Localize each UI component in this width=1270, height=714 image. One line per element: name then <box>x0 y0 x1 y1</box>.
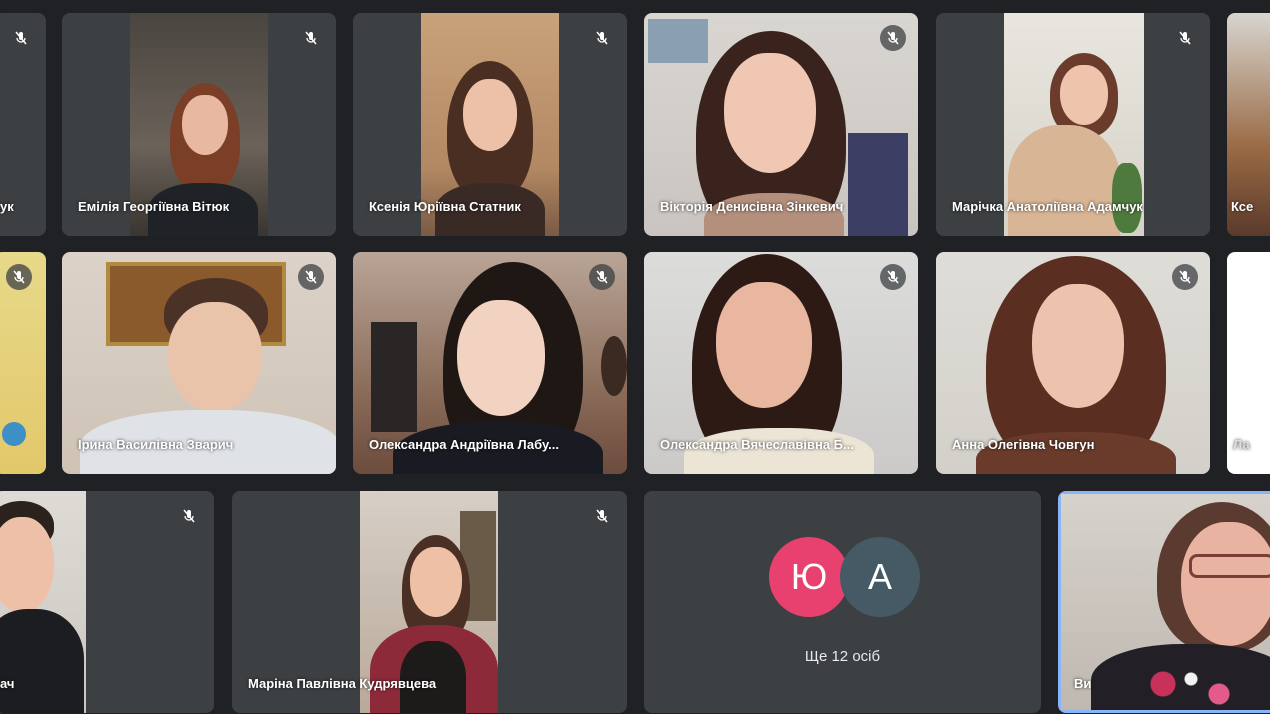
mic-off-icon <box>596 270 608 284</box>
mute-indicator <box>298 264 324 290</box>
participant-name: Ксе <box>1231 199 1254 214</box>
mute-indicator <box>589 264 615 290</box>
mute-indicator <box>176 503 202 529</box>
mic-off-icon <box>305 31 317 45</box>
mic-off-icon <box>305 270 317 284</box>
participant-tile[interactable]: Вікторія Денисівна Зінкевич <box>644 13 918 236</box>
participant-name: Анна Олегівна Човгун <box>952 437 1095 452</box>
mute-indicator <box>6 264 32 290</box>
mute-indicator <box>589 503 615 529</box>
participant-tile[interactable]: Олександра Андріївна Лабу... <box>353 252 627 474</box>
mic-off-icon <box>1179 270 1191 284</box>
mute-indicator <box>1172 264 1198 290</box>
participant-name: ук <box>0 199 14 214</box>
participant-tile[interactable]: Анна Олегівна Човгун <box>936 252 1210 474</box>
mic-off-icon <box>596 31 608 45</box>
participant-tile[interactable]: ук <box>0 13 46 236</box>
mic-off-icon <box>887 31 899 45</box>
participant-name: Марічка Анатоліївна Адамчук <box>952 199 1143 214</box>
mute-indicator <box>1172 25 1198 51</box>
participant-tile[interactable]: Ірина Василівна Зварич <box>62 252 336 474</box>
participant-tile[interactable]: Ксе <box>1227 13 1270 236</box>
participant-tile[interactable]: Емілія Георгіївна Вітюк <box>62 13 336 236</box>
participant-tile[interactable]: Маріна Павлівна Кудрявцева <box>232 491 627 713</box>
mic-off-icon <box>1179 31 1191 45</box>
mute-indicator <box>8 25 34 51</box>
mic-off-icon <box>15 31 27 45</box>
participant-avatar: Ю <box>769 537 849 617</box>
participant-name: Ірина Василівна Зварич <box>78 437 234 452</box>
mic-off-icon <box>596 509 608 523</box>
mute-indicator <box>298 25 324 51</box>
participant-name: ач <box>0 676 15 691</box>
self-view-tile[interactable]: Ви <box>1058 491 1270 713</box>
mic-off-icon <box>887 270 899 284</box>
participant-name: Олександра Вячеславівна Б... <box>660 437 854 452</box>
participant-name: Ла <box>1233 437 1250 452</box>
participant-name: Вікторія Денисівна Зінкевич <box>660 199 844 214</box>
mute-indicator <box>880 264 906 290</box>
participant-name: Емілія Георгіївна Вітюк <box>78 199 230 214</box>
participant-tile[interactable]: Ксенія Юріївна Статник <box>353 13 627 236</box>
participant-tile[interactable]: ач <box>0 491 214 713</box>
participant-avatar: А <box>840 537 920 617</box>
participant-name: Маріна Павлівна Кудрявцева <box>248 676 437 691</box>
mic-off-icon <box>183 509 195 523</box>
participant-tile[interactable] <box>0 252 46 474</box>
more-participants-tile[interactable]: Ю А Ще 12 осіб <box>644 491 1041 713</box>
participant-tile[interactable]: Марічка Анатоліївна Адамчук <box>936 13 1210 236</box>
mute-indicator <box>589 25 615 51</box>
participant-tile[interactable]: Ла <box>1227 252 1270 474</box>
video-feed <box>1061 494 1270 710</box>
participant-name: Ксенія Юріївна Статник <box>369 199 521 214</box>
more-participants-label: Ще 12 осіб <box>804 648 881 665</box>
participant-name: Ви <box>1074 676 1092 691</box>
mute-indicator <box>880 25 906 51</box>
participant-tile[interactable]: Олександра Вячеславівна Б... <box>644 252 918 474</box>
mic-off-icon <box>13 270 25 284</box>
participant-name: Олександра Андріївна Лабу... <box>369 437 559 452</box>
